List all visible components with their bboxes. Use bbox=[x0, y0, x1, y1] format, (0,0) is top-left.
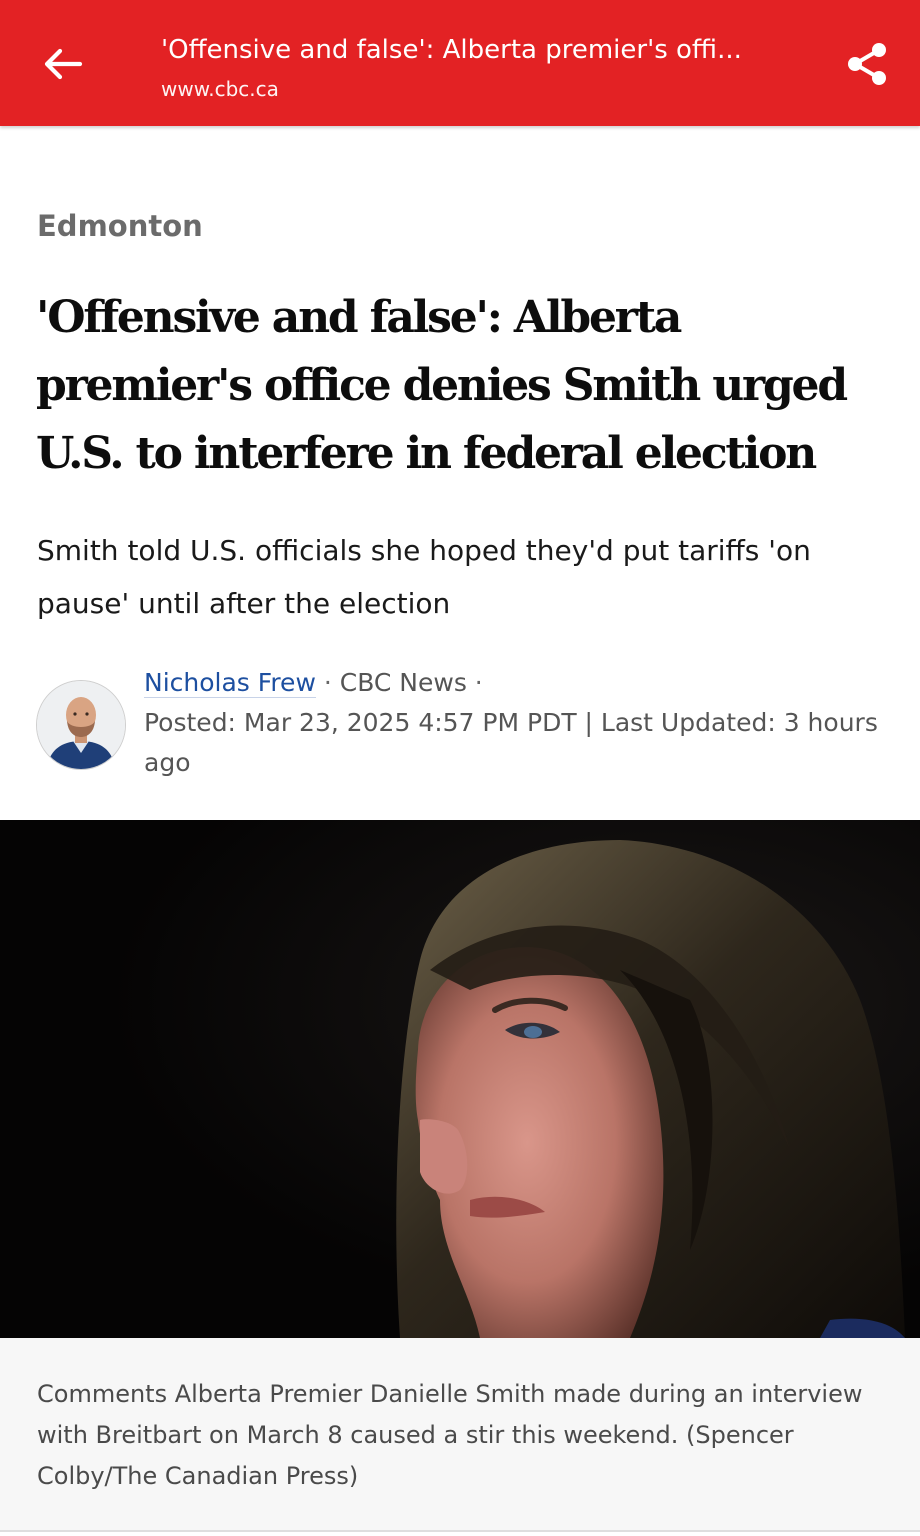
article-byline: Nicholas Frew · CBC News · Posted: Mar 2… bbox=[144, 663, 884, 783]
back-button[interactable] bbox=[34, 38, 90, 90]
page-url: www.cbc.ca bbox=[161, 77, 279, 101]
top-app-bar: 'Offensive and false': Alberta premier's… bbox=[0, 0, 920, 126]
author-avatar[interactable] bbox=[36, 680, 126, 770]
page-title: 'Offensive and false': Alberta premier's… bbox=[161, 35, 742, 65]
portrait-photo bbox=[0, 820, 920, 1338]
article-photo[interactable] bbox=[0, 820, 920, 1338]
article-deck: Smith told U.S. officials she hoped they… bbox=[37, 534, 811, 620]
byline-separator-trailing: · bbox=[466, 668, 483, 697]
author-link[interactable]: Nicholas Frew bbox=[144, 668, 316, 698]
caption-area: Comments Alberta Premier Danielle Smith … bbox=[0, 1338, 920, 1530]
byline-outlet: CBC News bbox=[339, 668, 467, 697]
photo-caption: Comments Alberta Premier Danielle Smith … bbox=[37, 1380, 863, 1490]
publish-timestamp: Posted: Mar 23, 2025 4:57 PM PDT | Last … bbox=[144, 708, 878, 777]
divider bbox=[0, 1530, 920, 1532]
share-icon bbox=[848, 43, 886, 85]
arrow-left-icon bbox=[44, 48, 83, 80]
section-link[interactable]: Edmonton bbox=[37, 206, 203, 246]
byline-separator: · bbox=[315, 668, 340, 697]
article-headline: 'Offensive and false': Alberta premier's… bbox=[36, 292, 848, 479]
share-button[interactable] bbox=[838, 36, 896, 92]
author-photo bbox=[37, 681, 125, 769]
